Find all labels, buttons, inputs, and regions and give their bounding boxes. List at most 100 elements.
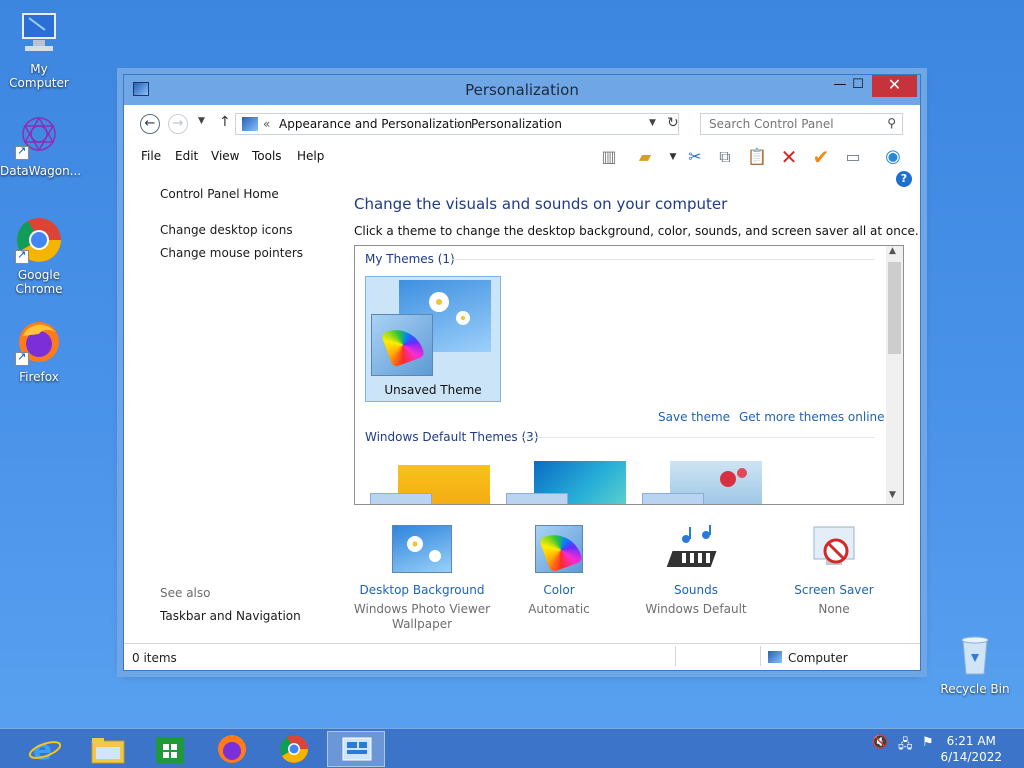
copy-icon[interactable]: ⧉ xyxy=(714,146,736,168)
desktop-icon-firefox[interactable]: Firefox xyxy=(0,318,78,384)
screen-saver-link[interactable]: Screen Saver xyxy=(764,583,904,597)
back-button[interactable]: ← xyxy=(140,114,160,134)
control-panel-icon xyxy=(242,117,258,131)
help-icon[interactable]: ? xyxy=(896,171,912,187)
desktop-background-link[interactable]: Desktop Background xyxy=(352,583,492,597)
recycle-bin-icon xyxy=(951,630,999,678)
save-theme-link[interactable]: Save theme xyxy=(658,410,730,424)
personalization-window: Personalization — ☐ ✕ ← → ▼ ↑ « Appearan… xyxy=(123,74,921,671)
taskbar-internet-explorer[interactable]: e xyxy=(17,731,75,767)
recent-dropdown-icon[interactable]: ▼ xyxy=(198,116,205,126)
sounds-link[interactable]: Sounds xyxy=(626,583,766,597)
folder-icon xyxy=(91,738,125,764)
preview-pane-icon[interactable]: ▥ xyxy=(598,146,620,168)
breadcrumb-overflow[interactable]: « xyxy=(263,117,270,131)
forward-button[interactable]: → xyxy=(168,114,188,134)
firefox-icon xyxy=(15,318,63,366)
properties-icon[interactable]: ▭ xyxy=(842,146,864,168)
search-box[interactable]: ⚲ xyxy=(700,113,903,135)
theme-windows-earth[interactable] xyxy=(637,458,773,504)
shortcut-arrow-icon xyxy=(15,248,29,264)
menu-help[interactable]: Help xyxy=(297,149,324,163)
folder-options-icon[interactable]: ▰ xyxy=(634,146,656,168)
status-bar: 0 items Computer xyxy=(124,643,920,670)
maximize-button[interactable]: ☐ xyxy=(844,75,872,97)
menu-bar: File Edit View Tools Help ▥ ▰ ▼ ✂ ⧉ 📋 ✕ … xyxy=(124,141,920,187)
item-count: 0 items xyxy=(132,651,177,665)
delete-icon[interactable]: ✕ xyxy=(778,146,800,168)
menu-file[interactable]: File xyxy=(141,149,161,163)
change-mouse-pointers-link[interactable]: Change mouse pointers xyxy=(160,246,303,260)
up-arrow-icon[interactable]: ↑ xyxy=(219,114,231,130)
search-icon[interactable]: ⚲ xyxy=(887,116,896,130)
sounds-icon xyxy=(666,525,726,573)
taskbar-firefox[interactable] xyxy=(203,731,261,767)
desktop-icon-recycle-bin[interactable]: Recycle Bin xyxy=(936,630,1014,696)
address-bar[interactable]: « Appearance and Personalization › Perso… xyxy=(235,113,679,135)
taskbar-chrome[interactable] xyxy=(265,731,323,767)
scroll-up-icon[interactable]: ▲ xyxy=(889,246,896,256)
menu-tools[interactable]: Tools xyxy=(252,149,282,163)
taskbar-control-panel[interactable] xyxy=(327,731,385,767)
volume-muted-icon[interactable]: 🔇 xyxy=(872,735,888,750)
screen-saver-value: None xyxy=(818,602,850,616)
network-icon[interactable]: 🖧 xyxy=(898,735,913,757)
change-desktop-icons-link[interactable]: Change desktop icons xyxy=(160,223,293,237)
title-bar[interactable]: Personalization — ☐ ✕ xyxy=(124,75,920,105)
page-subtitle: Click a theme to change the desktop back… xyxy=(354,224,919,238)
desktop-icon-chrome[interactable]: Google Chrome xyxy=(0,216,78,296)
get-more-themes-link[interactable]: Get more themes online xyxy=(739,410,885,424)
desktop-icon-label: Recycle Bin xyxy=(940,682,1010,696)
color-palette-icon xyxy=(506,493,568,504)
cut-icon[interactable]: ✂ xyxy=(684,146,706,168)
desktop-icon-datawagon[interactable]: DataWagon... xyxy=(0,112,81,178)
color-item[interactable]: Color Automatic xyxy=(489,525,629,617)
computer-icon xyxy=(768,651,782,663)
sounds-item[interactable]: Sounds Windows Default xyxy=(626,525,766,617)
taskbar-navigation-link[interactable]: Taskbar and Navigation xyxy=(160,609,301,623)
desktop-background-value: Windows Photo Viewer Wallpaper xyxy=(353,602,491,631)
theme-list: My Themes (1) Unsaved Theme Save theme G… xyxy=(354,245,904,505)
default-themes-label: Windows Default Themes (3) xyxy=(365,430,539,444)
menu-view[interactable]: View xyxy=(211,149,239,163)
control-panel-home-link[interactable]: Control Panel Home xyxy=(160,187,279,201)
action-center-icon[interactable]: ⚑ xyxy=(922,735,934,750)
svg-text:e: e xyxy=(33,733,52,766)
status-location: Computer xyxy=(788,651,848,665)
desktop-icon-label: Firefox xyxy=(19,370,59,384)
chevron-down-icon[interactable]: ▼ xyxy=(649,118,656,128)
desktop-background-item[interactable]: Desktop Background Windows Photo Viewer … xyxy=(352,525,492,632)
scroll-down-icon[interactable]: ▼ xyxy=(889,490,896,500)
paste-icon[interactable]: 📋 xyxy=(746,146,768,168)
refresh-icon[interactable]: ↻ xyxy=(667,115,679,131)
desktop-icon-my-computer[interactable]: My Computer xyxy=(0,10,78,90)
shortcut-arrow-icon xyxy=(15,350,29,366)
system-clock[interactable]: 6:21 AM 6/14/2022 xyxy=(940,733,1002,765)
search-input[interactable] xyxy=(701,114,871,134)
breadcrumb-personalization[interactable]: Personalization xyxy=(471,117,562,131)
theme-unsaved[interactable]: Unsaved Theme xyxy=(365,276,501,402)
arrow-left-icon: ← xyxy=(144,116,156,131)
theme-name: Unsaved Theme xyxy=(384,383,482,397)
theme-list-scrollbar[interactable]: ▲ ▼ xyxy=(886,246,903,504)
chrome-icon xyxy=(15,216,63,264)
taskbar-store[interactable] xyxy=(141,731,199,767)
scroll-thumb[interactable] xyxy=(888,262,901,354)
globe-icon[interactable]: ◉ xyxy=(882,146,904,168)
breadcrumb-appearance[interactable]: Appearance and Personalization xyxy=(279,117,472,131)
clock-date: 6/14/2022 xyxy=(940,750,1002,764)
theme-windows-default[interactable] xyxy=(365,458,501,504)
section-divider xyxy=(521,437,875,438)
screen-saver-item[interactable]: Screen Saver None xyxy=(764,525,904,617)
taskbar-file-explorer[interactable] xyxy=(79,731,137,767)
chevron-down-icon[interactable]: ▼ xyxy=(662,146,684,168)
checkmark-icon[interactable]: ✔ xyxy=(810,146,832,168)
left-pane: Control Panel Home Change desktop icons … xyxy=(124,171,344,641)
color-link[interactable]: Color xyxy=(489,583,629,597)
menu-edit[interactable]: Edit xyxy=(175,149,198,163)
theme-windows-flowers[interactable] xyxy=(501,458,637,504)
computer-icon xyxy=(15,10,63,58)
close-button[interactable]: ✕ xyxy=(872,75,917,97)
page-title: Change the visuals and sounds on your co… xyxy=(354,195,728,213)
sounds-value: Windows Default xyxy=(645,602,747,616)
